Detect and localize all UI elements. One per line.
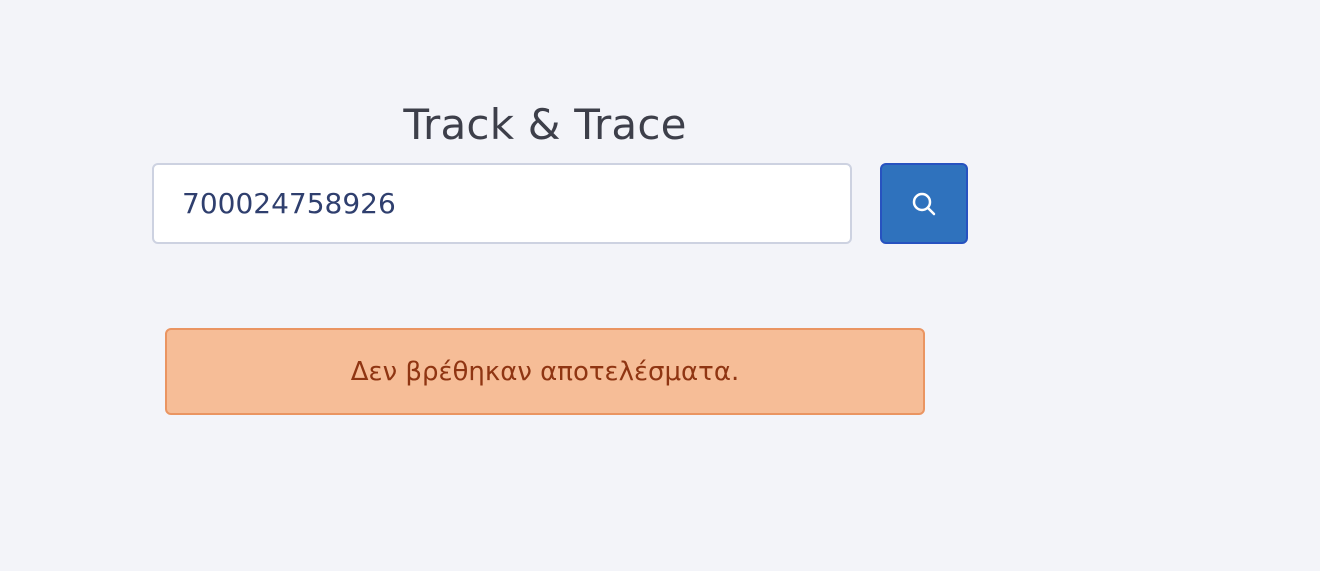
track-trace-page: Track & Trace Δεν βρέθηκαν αποτελέσματα. — [0, 0, 1320, 571]
no-results-alert: Δεν βρέθηκαν αποτελέσματα. — [165, 328, 925, 415]
search-button[interactable] — [880, 163, 968, 244]
search-icon — [911, 191, 937, 217]
page-title: Track & Trace — [403, 100, 687, 149]
alert-message: Δεν βρέθηκαν αποτελέσματα. — [350, 356, 740, 387]
tracking-number-input[interactable] — [152, 163, 852, 244]
